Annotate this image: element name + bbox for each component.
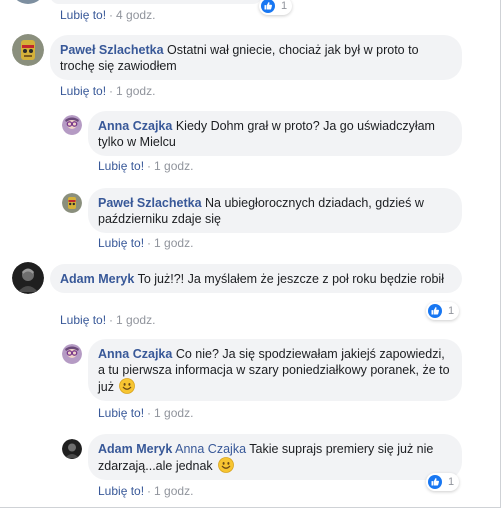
like-link[interactable]: Lubię to! — [98, 406, 144, 420]
comment-author[interactable]: Anna Czajka — [98, 119, 172, 133]
separator: · — [109, 313, 114, 327]
separator: · — [147, 484, 152, 498]
comment-actions: Lubię to! · 1 godz. — [98, 484, 193, 498]
like-link[interactable]: Lubię to! — [60, 8, 106, 22]
reaction-badge[interactable]: 1 — [426, 302, 460, 320]
timestamp[interactable]: 1 godz. — [154, 406, 193, 420]
smiling-face-icon — [119, 378, 136, 394]
timestamp[interactable]: 1 godz. — [154, 484, 193, 498]
thumbs-up-icon — [428, 304, 442, 318]
reaction-count: 1 — [281, 0, 288, 12]
separator: · — [109, 84, 114, 98]
comment-actions: Lubię to! · 1 godz. — [60, 313, 155, 327]
comment-author[interactable]: Adam Meryk — [60, 272, 134, 286]
separator: · — [147, 159, 152, 173]
comment-author[interactable]: Adam Meryk — [98, 442, 172, 456]
like-link[interactable]: Lubię to! — [60, 313, 106, 327]
separator: · — [147, 406, 152, 420]
comment-actions: Lubię to! · 1 godz. — [98, 236, 193, 250]
top-comment-actions: Lubię to! · 4 godz. — [60, 8, 155, 22]
like-link[interactable]: Lubię to! — [98, 484, 144, 498]
separator: · — [147, 236, 152, 250]
thumbs-up-icon — [261, 0, 275, 13]
reaction-count: 1 — [448, 476, 455, 488]
reply-bubble: Anna Czajka Kiedy Dohm grał w proto? Ja … — [88, 111, 462, 156]
thumbs-up-icon — [428, 475, 442, 489]
reaction-badge[interactable]: 1 — [426, 473, 460, 491]
reaction-badge[interactable]: 1 — [259, 0, 293, 15]
comment-text: To już!?! Ja myślałem że jeszcze z poł r… — [137, 272, 444, 286]
comment-author[interactable]: Anna Czajka — [98, 347, 172, 361]
timestamp[interactable]: 4 godz. — [116, 8, 155, 22]
reaction-count: 1 — [448, 305, 455, 317]
comment-bubble: Adam Meryk To już!?! Ja myślałem że jesz… — [50, 264, 462, 293]
comment-actions: Lubię to! · 1 godz. — [60, 84, 155, 98]
avatar[interactable] — [12, 262, 44, 294]
like-link[interactable]: Lubię to! — [98, 159, 144, 173]
avatar[interactable] — [62, 439, 82, 459]
avatar[interactable] — [62, 193, 82, 213]
smiling-face-icon — [218, 457, 235, 473]
reply-bubble: Paweł Szlachetka Na ubiegłorocznych dzia… — [88, 188, 462, 233]
separator: · — [109, 8, 114, 22]
comment-author[interactable]: Paweł Szlachetka — [60, 43, 164, 57]
previous-comment-bubble-edge — [50, 0, 262, 4]
avatar[interactable] — [62, 115, 82, 135]
previous-avatar-edge — [12, 0, 44, 4]
timestamp[interactable]: 1 godz. — [154, 236, 193, 250]
comment-bubble: Paweł Szlachetka Ostatni wał gniecie, ch… — [50, 35, 462, 80]
reply-bubble: Adam Meryk Anna Czajka Takie suprajs pre… — [88, 434, 462, 480]
avatar[interactable] — [62, 344, 82, 364]
comment-actions: Lubię to! · 1 godz. — [98, 406, 193, 420]
comment-actions: Lubię to! · 1 godz. — [98, 159, 193, 173]
mention-link[interactable]: Anna Czajka — [175, 442, 246, 456]
like-link[interactable]: Lubię to! — [60, 84, 106, 98]
timestamp[interactable]: 1 godz. — [116, 313, 155, 327]
comment-author[interactable]: Paweł Szlachetka — [98, 196, 202, 210]
timestamp[interactable]: 1 godz. — [154, 159, 193, 173]
timestamp[interactable]: 1 godz. — [116, 84, 155, 98]
reply-bubble: Anna Czajka Co nie? Ja się spodziewałam … — [88, 339, 462, 401]
like-link[interactable]: Lubię to! — [98, 236, 144, 250]
avatar[interactable] — [12, 34, 44, 66]
